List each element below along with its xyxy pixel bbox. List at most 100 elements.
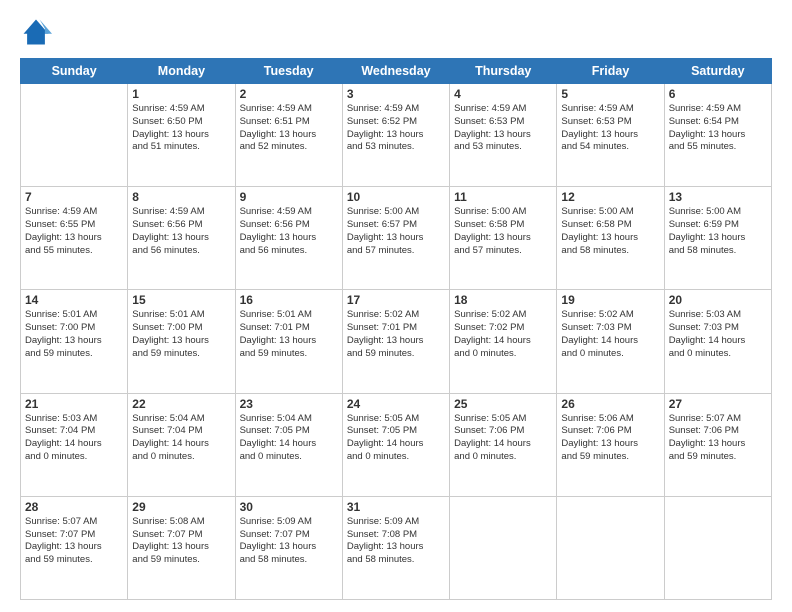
day-number: 17 (347, 293, 445, 307)
calendar-header-row: SundayMondayTuesdayWednesdayThursdayFrid… (21, 59, 772, 84)
cell-info: Sunrise: 5:03 AMSunset: 7:04 PMDaylight:… (25, 413, 123, 464)
cell-info: Sunrise: 5:02 AMSunset: 7:01 PMDaylight:… (347, 309, 445, 360)
calendar-cell: 7 Sunrise: 4:59 AMSunset: 6:55 PMDaylight… (21, 187, 128, 290)
cell-info: Sunrise: 4:59 AMSunset: 6:53 PMDaylight:… (454, 103, 552, 154)
calendar-cell: 3 Sunrise: 4:59 AMSunset: 6:52 PMDaylight… (342, 84, 449, 187)
cell-info: Sunrise: 4:59 AMSunset: 6:50 PMDaylight:… (132, 103, 230, 154)
day-number: 14 (25, 293, 123, 307)
day-number: 1 (132, 87, 230, 101)
calendar-week-0: 1 Sunrise: 4:59 AMSunset: 6:50 PMDaylight… (21, 84, 772, 187)
calendar-cell: 22 Sunrise: 5:04 AMSunset: 7:04 PMDayligh… (128, 393, 235, 496)
col-header-thursday: Thursday (450, 59, 557, 84)
day-number: 26 (561, 397, 659, 411)
calendar-cell: 31 Sunrise: 5:09 AMSunset: 7:08 PMDayligh… (342, 496, 449, 599)
day-number: 16 (240, 293, 338, 307)
cell-info: Sunrise: 5:01 AMSunset: 7:01 PMDaylight:… (240, 309, 338, 360)
day-number: 2 (240, 87, 338, 101)
calendar-cell (664, 496, 771, 599)
day-number: 24 (347, 397, 445, 411)
cell-info: Sunrise: 5:00 AMSunset: 6:58 PMDaylight:… (561, 206, 659, 257)
day-number: 23 (240, 397, 338, 411)
calendar-cell: 9 Sunrise: 4:59 AMSunset: 6:56 PMDaylight… (235, 187, 342, 290)
cell-info: Sunrise: 5:07 AMSunset: 7:07 PMDaylight:… (25, 516, 123, 567)
calendar-cell (21, 84, 128, 187)
calendar-cell: 26Sunrise: 5:06 AMSunset: 7:06 PMDayligh… (557, 393, 664, 496)
calendar-cell: 8Sunrise: 4:59 AMSunset: 6:56 PMDaylight… (128, 187, 235, 290)
day-number: 29 (132, 500, 230, 514)
day-number: 3 (347, 87, 445, 101)
day-number: 11 (454, 190, 552, 204)
day-number: 6 (669, 87, 767, 101)
calendar-cell: 28Sunrise: 5:07 AMSunset: 7:07 PMDayligh… (21, 496, 128, 599)
col-header-friday: Friday (557, 59, 664, 84)
cell-info: Sunrise: 4:59 AMSunset: 6:52 PMDaylight:… (347, 103, 445, 154)
day-number: 27 (669, 397, 767, 411)
cell-info: Sunrise: 5:05 AMSunset: 7:05 PMDaylight:… (347, 413, 445, 464)
day-number: 4 (454, 87, 552, 101)
day-number: 12 (561, 190, 659, 204)
col-header-monday: Monday (128, 59, 235, 84)
cell-info: Sunrise: 5:01 AMSunset: 7:00 PMDaylight:… (25, 309, 123, 360)
calendar-cell: 4 Sunrise: 4:59 AMSunset: 6:53 PMDaylight… (450, 84, 557, 187)
cell-info: Sunrise: 4:59 AMSunset: 6:55 PMDaylight:… (25, 206, 123, 257)
cell-info: Sunrise: 5:00 AMSunset: 6:57 PMDaylight:… (347, 206, 445, 257)
cell-info: Sunrise: 5:02 AMSunset: 7:02 PMDaylight:… (454, 309, 552, 360)
calendar-cell: 15Sunrise: 5:01 AMSunset: 7:00 PMDayligh… (128, 290, 235, 393)
page: SundayMondayTuesdayWednesdayThursdayFrid… (0, 0, 792, 612)
cell-info: Sunrise: 4:59 AMSunset: 6:56 PMDaylight:… (240, 206, 338, 257)
cell-info: Sunrise: 5:04 AMSunset: 7:05 PMDaylight:… (240, 413, 338, 464)
calendar-cell (557, 496, 664, 599)
calendar-cell: 21Sunrise: 5:03 AMSunset: 7:04 PMDayligh… (21, 393, 128, 496)
cell-info: Sunrise: 4:59 AMSunset: 6:53 PMDaylight:… (561, 103, 659, 154)
day-number: 25 (454, 397, 552, 411)
day-number: 9 (240, 190, 338, 204)
calendar-cell: 23 Sunrise: 5:04 AMSunset: 7:05 PMDayligh… (235, 393, 342, 496)
day-number: 5 (561, 87, 659, 101)
cell-info: Sunrise: 5:09 AMSunset: 7:08 PMDaylight:… (347, 516, 445, 567)
calendar-cell: 2 Sunrise: 4:59 AMSunset: 6:51 PMDaylight… (235, 84, 342, 187)
cell-info: Sunrise: 5:09 AMSunset: 7:07 PMDaylight:… (240, 516, 338, 567)
cell-info: Sunrise: 5:04 AMSunset: 7:04 PMDaylight:… (132, 413, 230, 464)
day-number: 7 (25, 190, 123, 204)
calendar-week-4: 28Sunrise: 5:07 AMSunset: 7:07 PMDayligh… (21, 496, 772, 599)
calendar-cell: 13 Sunrise: 5:00 AMSunset: 6:59 PMDayligh… (664, 187, 771, 290)
calendar-week-3: 21Sunrise: 5:03 AMSunset: 7:04 PMDayligh… (21, 393, 772, 496)
col-header-saturday: Saturday (664, 59, 771, 84)
col-header-wednesday: Wednesday (342, 59, 449, 84)
cell-info: Sunrise: 5:03 AMSunset: 7:03 PMDaylight:… (669, 309, 767, 360)
calendar-cell: 5 Sunrise: 4:59 AMSunset: 6:53 PMDaylight… (557, 84, 664, 187)
day-number: 13 (669, 190, 767, 204)
cell-info: Sunrise: 5:00 AMSunset: 6:58 PMDaylight:… (454, 206, 552, 257)
calendar-cell: 12 Sunrise: 5:00 AMSunset: 6:58 PMDayligh… (557, 187, 664, 290)
calendar-cell: 25 Sunrise: 5:05 AMSunset: 7:06 PMDayligh… (450, 393, 557, 496)
calendar-week-1: 7 Sunrise: 4:59 AMSunset: 6:55 PMDaylight… (21, 187, 772, 290)
calendar-cell: 27 Sunrise: 5:07 AMSunset: 7:06 PMDayligh… (664, 393, 771, 496)
cell-info: Sunrise: 4:59 AMSunset: 6:51 PMDaylight:… (240, 103, 338, 154)
calendar-cell: 18 Sunrise: 5:02 AMSunset: 7:02 PMDayligh… (450, 290, 557, 393)
cell-info: Sunrise: 5:07 AMSunset: 7:06 PMDaylight:… (669, 413, 767, 464)
calendar-table: SundayMondayTuesdayWednesdayThursdayFrid… (20, 58, 772, 600)
col-header-sunday: Sunday (21, 59, 128, 84)
calendar-cell: 10 Sunrise: 5:00 AMSunset: 6:57 PMDayligh… (342, 187, 449, 290)
calendar-cell: 17 Sunrise: 5:02 AMSunset: 7:01 PMDayligh… (342, 290, 449, 393)
col-header-tuesday: Tuesday (235, 59, 342, 84)
cell-info: Sunrise: 4:59 AMSunset: 6:56 PMDaylight:… (132, 206, 230, 257)
day-number: 10 (347, 190, 445, 204)
calendar-cell (450, 496, 557, 599)
calendar-cell: 16 Sunrise: 5:01 AMSunset: 7:01 PMDayligh… (235, 290, 342, 393)
day-number: 31 (347, 500, 445, 514)
calendar-cell: 6Sunrise: 4:59 AMSunset: 6:54 PMDaylight… (664, 84, 771, 187)
day-number: 20 (669, 293, 767, 307)
day-number: 18 (454, 293, 552, 307)
cell-info: Sunrise: 5:02 AMSunset: 7:03 PMDaylight:… (561, 309, 659, 360)
day-number: 22 (132, 397, 230, 411)
logo (20, 16, 56, 48)
calendar-cell: 29Sunrise: 5:08 AMSunset: 7:07 PMDayligh… (128, 496, 235, 599)
cell-info: Sunrise: 5:00 AMSunset: 6:59 PMDaylight:… (669, 206, 767, 257)
calendar-cell: 19Sunrise: 5:02 AMSunset: 7:03 PMDayligh… (557, 290, 664, 393)
cell-info: Sunrise: 5:05 AMSunset: 7:06 PMDaylight:… (454, 413, 552, 464)
calendar-cell: 30Sunrise: 5:09 AMSunset: 7:07 PMDayligh… (235, 496, 342, 599)
calendar-cell: 20 Sunrise: 5:03 AMSunset: 7:03 PMDayligh… (664, 290, 771, 393)
calendar-cell: 24 Sunrise: 5:05 AMSunset: 7:05 PMDayligh… (342, 393, 449, 496)
calendar-cell: 11 Sunrise: 5:00 AMSunset: 6:58 PMDayligh… (450, 187, 557, 290)
